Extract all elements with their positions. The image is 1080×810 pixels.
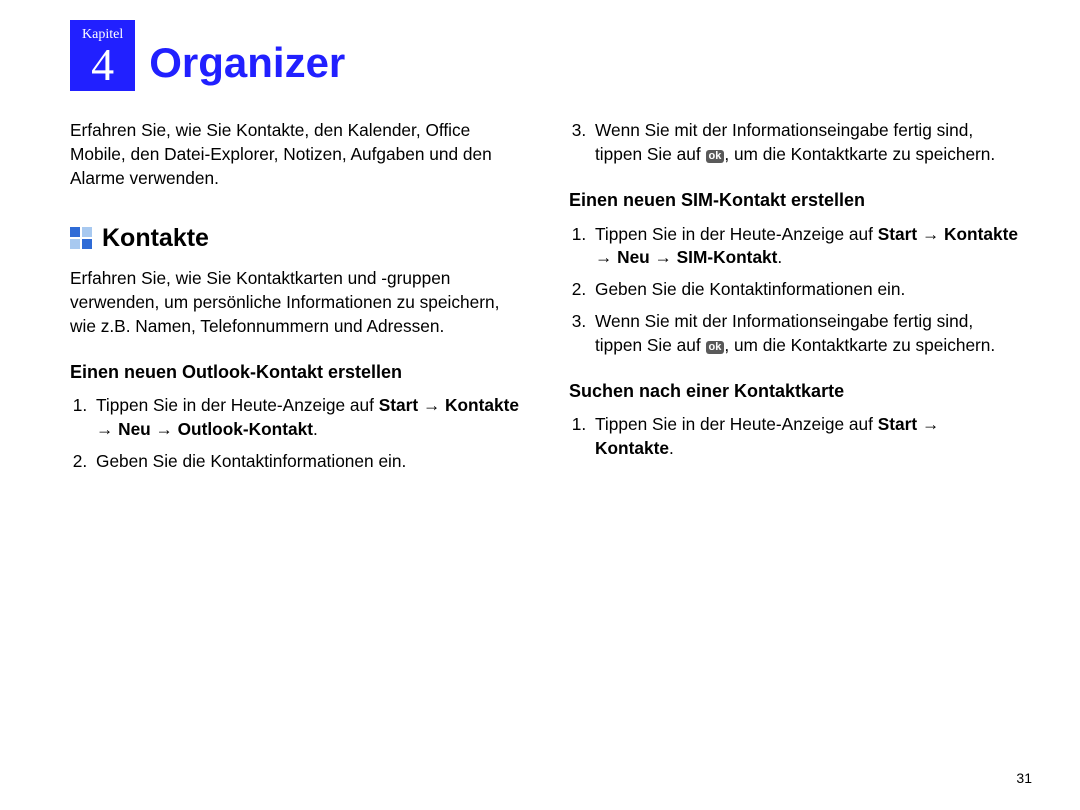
- contacts-heading-row: Kontakte: [70, 221, 521, 256]
- chapter-badge: Kapitel 4: [70, 20, 135, 91]
- sim-steps: Tippen Sie in der Heute-Anzeige auf Star…: [569, 223, 1020, 358]
- outlook-step-3: Wenn Sie mit der Informationseingabe fer…: [591, 119, 1020, 167]
- right-column: Wenn Sie mit der Informationseingabe fer…: [569, 119, 1020, 482]
- sim-heading: Einen neuen SIM-Kontakt erstellen: [569, 189, 1020, 212]
- sim-step-3: Wenn Sie mit der Informationseingabe fer…: [591, 310, 1020, 358]
- contacts-heading: Kontakte: [102, 221, 209, 256]
- left-column: Erfahren Sie, wie Sie Kontakte, den Kale…: [70, 119, 521, 482]
- sim-step-1: Tippen Sie in der Heute-Anzeige auf Star…: [591, 223, 1020, 271]
- chapter-title: Organizer: [149, 39, 345, 91]
- chapter-number: 4: [82, 44, 123, 85]
- outlook-heading: Einen neuen Outlook-Kontakt erstellen: [70, 361, 521, 384]
- ok-icon: ok: [706, 150, 725, 163]
- ok-icon: ok: [706, 341, 725, 354]
- windows-icon: [70, 227, 92, 249]
- search-steps: Tippen Sie in der Heute-Anzeige auf Star…: [569, 413, 1020, 461]
- chapter-header: Kapitel 4 Organizer: [70, 20, 1020, 91]
- contacts-desc: Erfahren Sie, wie Sie Kontaktkarten und …: [70, 267, 521, 339]
- outlook-steps: Tippen Sie in der Heute-Anzeige auf Star…: [70, 394, 521, 474]
- outlook-step-2: Geben Sie die Kontaktinformationen ein.: [92, 450, 521, 474]
- sim-step-2: Geben Sie die Kontaktinformationen ein.: [591, 278, 1020, 302]
- outlook-steps-cont: Wenn Sie mit der Informationseingabe fer…: [569, 119, 1020, 167]
- intro-text: Erfahren Sie, wie Sie Kontakte, den Kale…: [70, 119, 521, 191]
- search-step-1: Tippen Sie in der Heute-Anzeige auf Star…: [591, 413, 1020, 461]
- search-heading: Suchen nach einer Kontaktkarte: [569, 380, 1020, 403]
- page-number: 31: [1016, 770, 1032, 786]
- outlook-step-1: Tippen Sie in der Heute-Anzeige auf Star…: [92, 394, 521, 442]
